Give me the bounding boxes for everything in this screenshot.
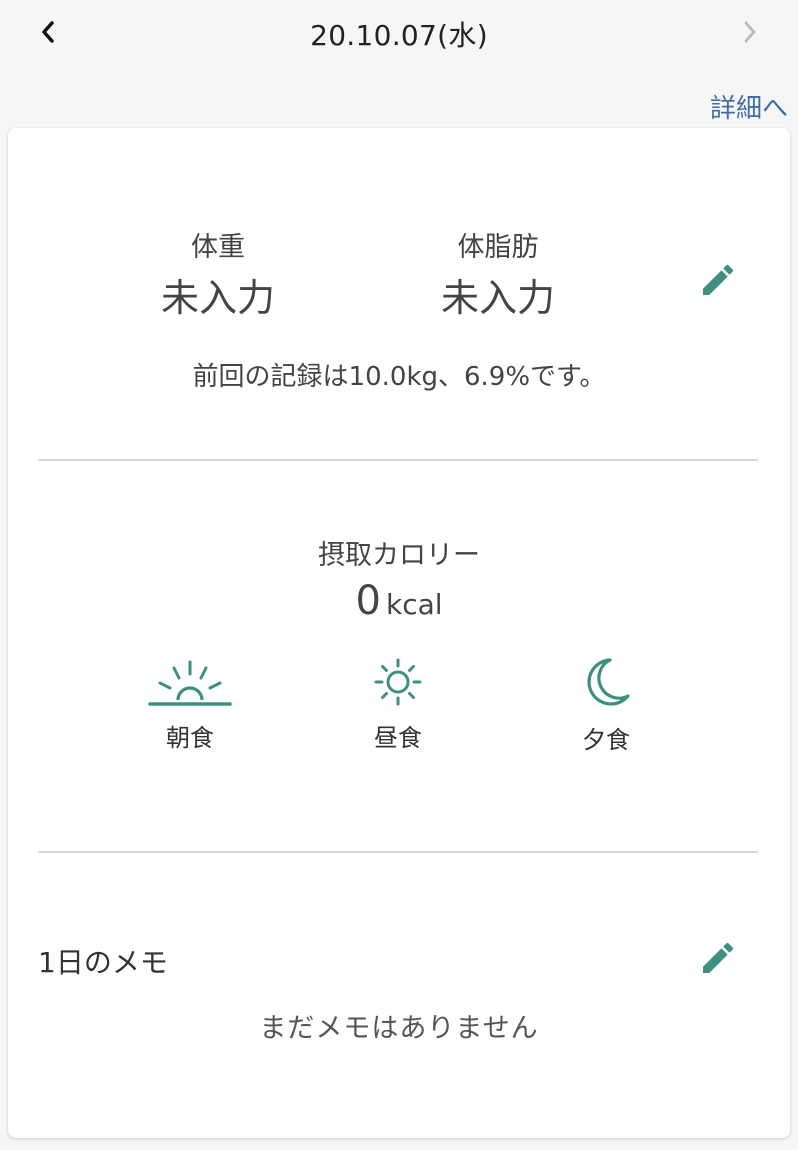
edit-memo-button[interactable]	[698, 938, 738, 978]
page-title: 20.10.07(水)	[310, 19, 488, 52]
weight-metric[interactable]: 体重 未入力	[108, 234, 328, 317]
sun-icon	[374, 658, 422, 706]
sunrise-icon	[148, 660, 232, 706]
weight-label: 体重	[191, 232, 245, 263]
next-day-button[interactable]	[732, 12, 768, 52]
weight-value: 未入力	[160, 276, 275, 320]
moon-icon	[587, 658, 630, 706]
calorie-intake-label: 摂取カロリー	[318, 540, 480, 571]
calorie-intake-value: 0 kcal	[8, 578, 790, 624]
previous-record-text: 前回の記録は10.0kg、6.9%です。	[192, 362, 606, 392]
dinner-button[interactable]: 夕食	[541, 656, 671, 755]
calorie-number: 0	[355, 578, 381, 624]
body-fat-value: 未入力	[440, 276, 555, 320]
memo-title: 1日のメモ	[38, 946, 168, 979]
daily-summary-card: 体重 未入力 体脂肪 未入力 前回の記録は10.0kg、6.9%です。 摂取カロ…	[8, 128, 790, 1138]
body-fat-metric[interactable]: 体脂肪 未入力	[388, 234, 608, 317]
edit-body-metrics-button[interactable]	[698, 260, 738, 300]
date-header: 20.10.07(水)	[0, 0, 798, 64]
lunch-button[interactable]: 昼食	[333, 656, 463, 753]
breakfast-label: 朝食	[166, 724, 214, 752]
dinner-label: 夕食	[582, 726, 630, 754]
details-link[interactable]: 詳細へ	[710, 88, 788, 125]
divider	[38, 851, 758, 853]
divider	[38, 459, 758, 461]
lunch-label: 昼食	[374, 724, 422, 752]
memo-empty-text: まだメモはありません	[259, 1013, 539, 1044]
chevron-right-icon	[744, 21, 756, 43]
calorie-unit: kcal	[386, 588, 443, 621]
breakfast-button[interactable]: 朝食	[125, 656, 255, 753]
body-fat-label: 体脂肪	[457, 232, 539, 263]
